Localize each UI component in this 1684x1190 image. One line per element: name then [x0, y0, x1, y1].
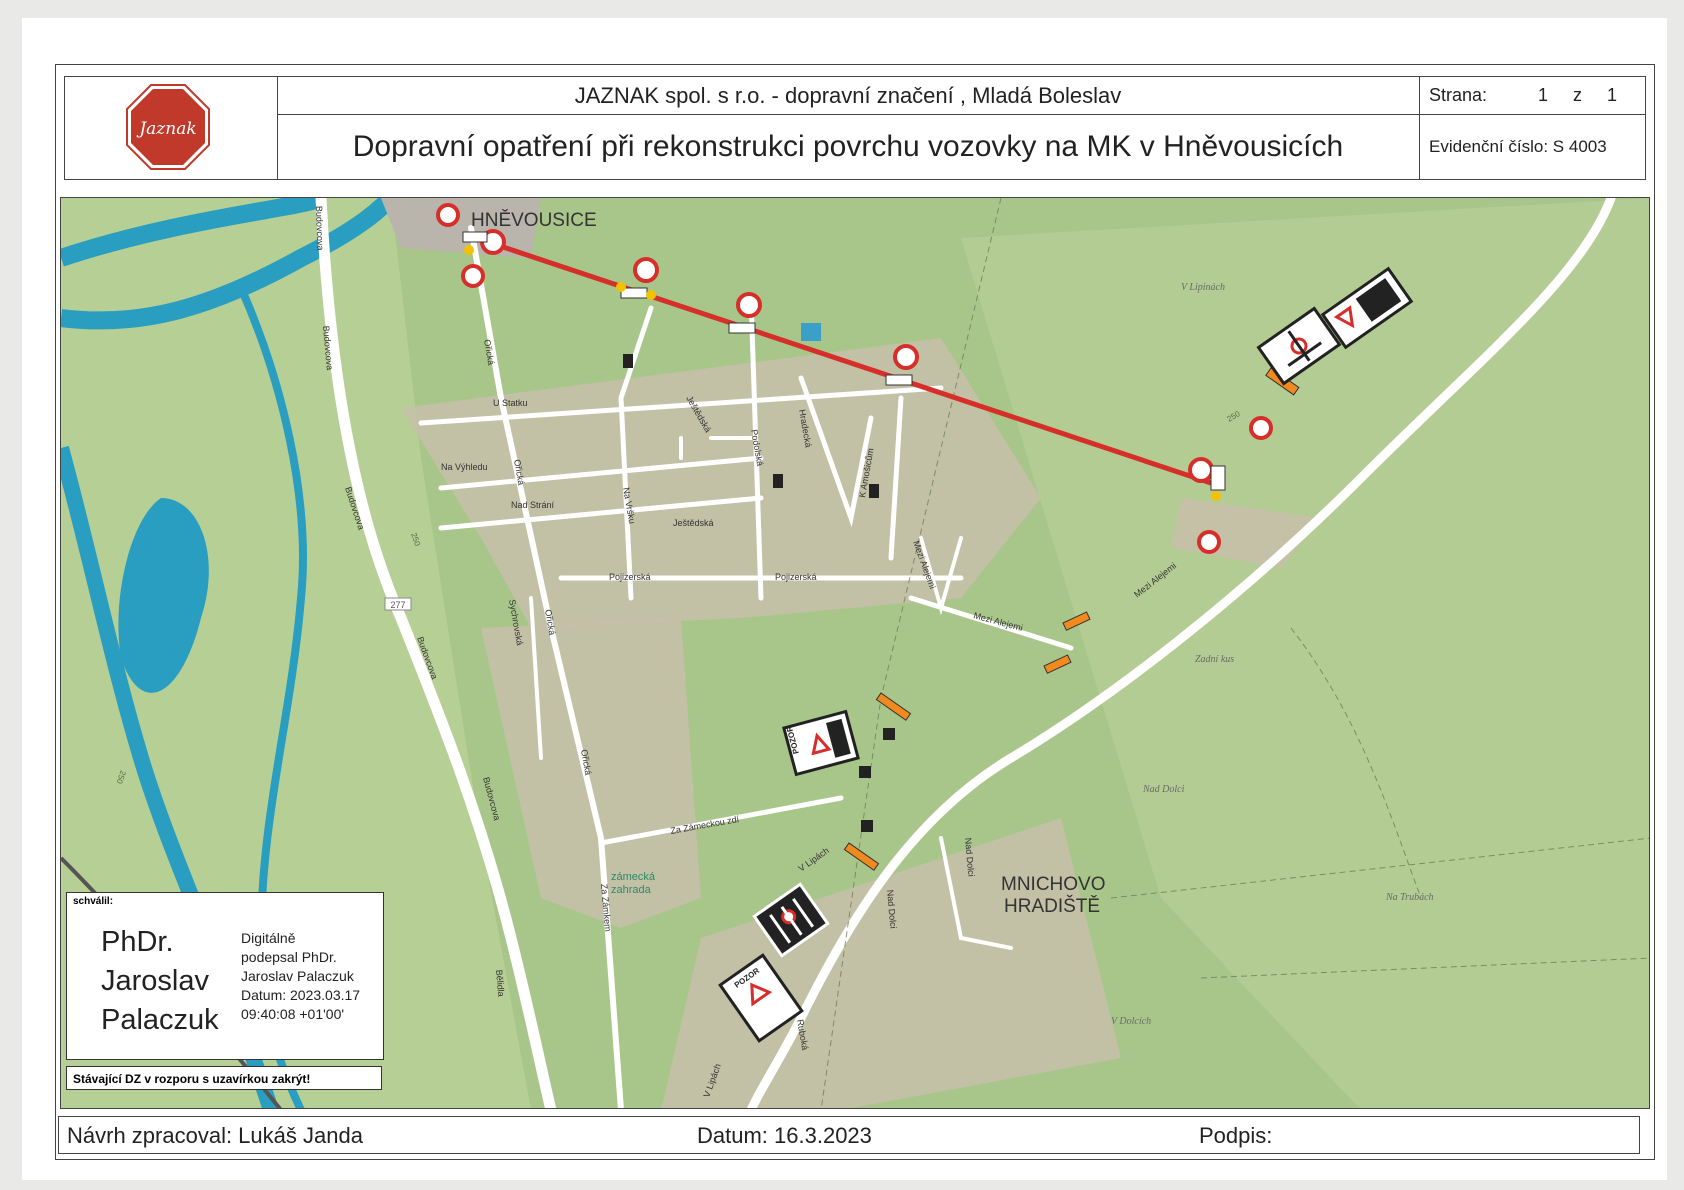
- no-entry-sign: [736, 292, 762, 318]
- title-block: Jaznak JAZNAK spol. s r.o. - dopravní zn…: [64, 76, 1646, 180]
- street-label: Pojizerská: [609, 572, 651, 582]
- drawing-title: Dopravní opatření při rekonstrukci povrc…: [352, 130, 1344, 163]
- dead-end-sign: [623, 354, 633, 368]
- author-text: Návrh zpracoval: Lukáš Janda: [67, 1123, 363, 1148]
- barrier-icon: [1210, 465, 1226, 491]
- logo-cell: Jaznak: [65, 77, 278, 179]
- pond: [801, 323, 821, 341]
- locality-label: Nad Dolci: [1142, 784, 1185, 795]
- no-turn-sign: [436, 203, 460, 227]
- signature-line: podepsal PhDr.: [241, 949, 337, 965]
- town-label-mnichovo: MNICHOVO: [1001, 874, 1106, 895]
- no-entry-sign: [633, 257, 659, 283]
- signature-line: 09:40:08 +01'00': [241, 1006, 345, 1022]
- company-name: JAZNAK spol. s r.o. - dopravní značení ,…: [277, 77, 1419, 115]
- street-label: Na Výhledu: [441, 462, 488, 472]
- approver-name-line: Palaczuk: [101, 1004, 219, 1036]
- approval-label: schválil:: [73, 896, 114, 907]
- jaznak-logo: Jaznak: [126, 84, 210, 170]
- town-label-hnevousice: HNĚVOUSICE: [471, 209, 597, 231]
- dead-end-sign: [859, 766, 871, 778]
- footer-row: Návrh zpracoval: Lukáš Janda Datum: 16.3…: [58, 1116, 1640, 1154]
- locality-label: Na Trubách: [1385, 892, 1434, 903]
- no-entry-sign: [1188, 457, 1214, 483]
- locality-label: V Dolcích: [1111, 1016, 1151, 1027]
- park-label: zámecká: [611, 871, 656, 883]
- street-label: Pojizerská: [775, 572, 817, 582]
- barrier-icon: [885, 374, 913, 386]
- approver-name-line: Jaroslav: [101, 965, 209, 997]
- barrier-icon: [728, 322, 756, 334]
- town-label-hradiste: HRADIŠTĚ: [1004, 895, 1100, 917]
- warning-light-icon: [464, 245, 474, 255]
- street-label: Ještědská: [673, 518, 714, 528]
- signature-line: Datum: 2023.03.17: [241, 987, 361, 1003]
- record-label: Evidenční číslo:: [1429, 137, 1549, 156]
- barrier-icon: [462, 231, 488, 243]
- street-label: Budovcova: [314, 206, 326, 251]
- locality-label: Zadní kus: [1195, 654, 1234, 665]
- signature-field: Podpis:: [1199, 1123, 1273, 1148]
- road-number: 277: [390, 600, 405, 610]
- digital-signature: Digitálně podepsal PhDr. Jaroslav Palacz…: [241, 929, 360, 1024]
- logo-text: Jaznak: [136, 119, 196, 139]
- dead-end-sign: [861, 820, 873, 832]
- dead-end-sign: [883, 728, 895, 740]
- signature-line: Digitálně: [241, 930, 296, 946]
- park-label: zahrada: [611, 884, 652, 896]
- approver-name-line: PhDr.: [101, 926, 174, 958]
- page-value: 1 z 1: [1537, 85, 1627, 105]
- no-turn-sign: [461, 264, 485, 288]
- dead-end-sign: [773, 474, 783, 488]
- approver-name: PhDr. Jaroslav Palaczuk: [101, 923, 219, 1040]
- locality-label: V Lipinách: [1181, 282, 1225, 293]
- warning-light-icon: [646, 290, 656, 300]
- approval-stamp: schválil: PhDr. Jaroslav Palaczuk Digitá…: [66, 892, 384, 1060]
- street-label: U Statku: [493, 398, 528, 408]
- no-turn-sign: [1197, 530, 1221, 554]
- date-text: Datum: 16.3.2023: [697, 1123, 872, 1148]
- cover-signs-note: Stávající DZ v rozporu s uzavírkou zakrý…: [66, 1066, 382, 1090]
- record-value: S 4003: [1552, 137, 1607, 156]
- signature-line: Jaroslav Palaczuk: [241, 968, 354, 984]
- warning-light-icon: [1211, 491, 1221, 501]
- page-label: Strana:: [1429, 85, 1488, 105]
- record-number: Evidenční číslo: S 4003: [1429, 137, 1607, 157]
- title-cell: JAZNAK spol. s r.o. - dopravní značení ,…: [277, 77, 1420, 179]
- page-row: Strana: 1 z 1: [1419, 77, 1645, 115]
- info-cell: Strana: 1 z 1 Evidenční číslo: S 4003: [1419, 77, 1645, 179]
- no-turn-sign: [1249, 416, 1273, 440]
- dead-end-sign: [869, 484, 879, 498]
- no-entry-sign: [893, 344, 919, 370]
- warning-light-icon: [616, 282, 626, 292]
- street-label: Nad Strání: [511, 500, 555, 510]
